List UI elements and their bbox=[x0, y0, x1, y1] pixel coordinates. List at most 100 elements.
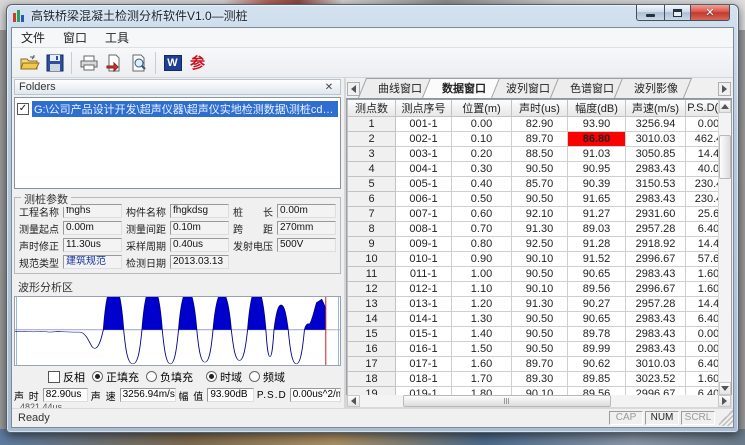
readout-value-2[interactable]: 93.90dB bbox=[207, 388, 254, 402]
data-cell[interactable]: 2983.43 bbox=[626, 327, 686, 342]
params-button[interactable]: 参 bbox=[185, 50, 210, 75]
print-setup-button[interactable] bbox=[101, 50, 126, 75]
table-row[interactable]: 11011-11.0090.5090.652983.431.60 bbox=[348, 267, 719, 282]
data-cell[interactable]: 011-1 bbox=[396, 267, 452, 282]
data-cell[interactable]: 89.30 bbox=[512, 372, 568, 387]
data-cell[interactable]: 90.10 bbox=[512, 252, 568, 267]
data-cell[interactable]: 3150.53 bbox=[626, 177, 686, 192]
maximize-button[interactable] bbox=[664, 5, 690, 21]
data-cell[interactable]: 2996.67 bbox=[626, 252, 686, 267]
data-cell[interactable]: 3256.94 bbox=[626, 117, 686, 132]
horizontal-scroll-track[interactable] bbox=[360, 395, 718, 407]
param-value-7[interactable]: 0.40us bbox=[170, 238, 229, 252]
data-cell[interactable]: 002-1 bbox=[396, 132, 452, 147]
tab-1[interactable]: 数据窗口 bbox=[426, 78, 496, 98]
data-cell[interactable]: 92.10 bbox=[512, 207, 568, 222]
data-cell[interactable]: 230.4 bbox=[686, 177, 719, 192]
data-cell[interactable]: 005-1 bbox=[396, 177, 452, 192]
table-row[interactable]: 6006-10.5090.5091.652983.43230.4 bbox=[348, 192, 719, 207]
param-value-9[interactable]: 建筑规范 bbox=[63, 255, 122, 269]
row-number-cell[interactable]: 18 bbox=[348, 372, 396, 387]
fill-radio-0[interactable]: 正填充 bbox=[92, 369, 139, 385]
data-cell[interactable]: 013-1 bbox=[396, 297, 452, 312]
resize-grip[interactable] bbox=[719, 410, 733, 426]
row-number-cell[interactable]: 14 bbox=[348, 312, 396, 327]
data-cell[interactable]: 90.50 bbox=[512, 312, 568, 327]
data-cell[interactable]: 018-1 bbox=[396, 372, 452, 387]
close-button[interactable]: ✕ bbox=[690, 5, 730, 21]
tab-0[interactable]: 曲线窗口 bbox=[362, 78, 432, 98]
column-header-3[interactable]: 声时(us) bbox=[512, 100, 568, 117]
row-number-cell[interactable]: 6 bbox=[348, 192, 396, 207]
data-cell[interactable]: 91.30 bbox=[512, 297, 568, 312]
data-cell[interactable]: 91.52 bbox=[568, 252, 626, 267]
data-cell[interactable]: 1.40 bbox=[452, 327, 512, 342]
data-cell[interactable]: 89.56 bbox=[568, 282, 626, 297]
data-cell[interactable]: 230.4 bbox=[686, 192, 719, 207]
data-cell[interactable]: 90.50 bbox=[512, 327, 568, 342]
data-cell[interactable]: 90.65 bbox=[568, 267, 626, 282]
table-row[interactable]: 8008-10.7091.3089.032957.286.40 bbox=[348, 222, 719, 237]
data-cell[interactable]: 90.39 bbox=[568, 177, 626, 192]
folders-close-icon[interactable]: ✕ bbox=[322, 81, 336, 94]
data-cell[interactable]: 2957.28 bbox=[626, 222, 686, 237]
table-row[interactable]: 9009-10.8092.5091.282918.9214.4 bbox=[348, 237, 719, 252]
save-button[interactable] bbox=[42, 50, 67, 75]
table-row[interactable]: 4004-10.3090.5090.952983.4340.0 bbox=[348, 162, 719, 177]
readout-value-0[interactable]: 82.90us bbox=[43, 388, 88, 402]
row-number-cell[interactable]: 15 bbox=[348, 327, 396, 342]
data-cell[interactable]: 3050.85 bbox=[626, 147, 686, 162]
param-value-8[interactable]: 500V bbox=[277, 238, 336, 252]
data-cell[interactable]: 3023.52 bbox=[626, 372, 686, 387]
data-cell[interactable]: 3010.03 bbox=[626, 357, 686, 372]
table-row[interactable]: 1001-10.0082.9093.903256.940.00 bbox=[348, 117, 719, 132]
column-header-2[interactable]: 位置(m) bbox=[452, 100, 512, 117]
tab-2[interactable]: 波列窗口 bbox=[490, 78, 560, 98]
data-cell[interactable]: 90.10 bbox=[512, 282, 568, 297]
menu-item-1[interactable]: 窗口 bbox=[54, 27, 96, 48]
data-cell[interactable]: 91.30 bbox=[512, 222, 568, 237]
data-cell[interactable]: 010-1 bbox=[396, 252, 452, 267]
data-cell[interactable]: 85.70 bbox=[512, 177, 568, 192]
data-cell[interactable]: 90.27 bbox=[568, 297, 626, 312]
data-cell[interactable]: 0.00 bbox=[686, 327, 719, 342]
data-cell[interactable]: 2996.67 bbox=[626, 387, 686, 396]
data-grid[interactable]: 测点数测点序号位置(m)声时(us)幅度(dB)声速(m/s)P.S.D(us … bbox=[347, 100, 718, 395]
data-cell[interactable]: 0.30 bbox=[452, 162, 512, 177]
table-row[interactable]: 2002-10.1089.7086.803010.03462.4 bbox=[348, 132, 719, 147]
horizontal-scroll-thumb[interactable] bbox=[403, 395, 611, 407]
data-cell[interactable]: 462.4 bbox=[686, 132, 719, 147]
data-cell[interactable]: 0.50 bbox=[452, 192, 512, 207]
param-value-5[interactable]: 270mm bbox=[277, 221, 336, 235]
data-cell[interactable]: 008-1 bbox=[396, 222, 452, 237]
data-cell[interactable]: 009-1 bbox=[396, 237, 452, 252]
data-cell[interactable]: 2983.43 bbox=[626, 192, 686, 207]
data-cell[interactable]: 2983.43 bbox=[626, 312, 686, 327]
readout-value-1[interactable]: 3256.94m/s bbox=[120, 388, 176, 402]
param-value-0[interactable]: fhghs bbox=[63, 204, 122, 218]
row-number-cell[interactable]: 16 bbox=[348, 342, 396, 357]
data-cell[interactable]: 019-1 bbox=[396, 387, 452, 396]
print-preview-button[interactable] bbox=[126, 50, 151, 75]
folder-tree[interactable]: ✓ G:\公司产品设计开发\超声仪器\超声仪实地检测数据\测桩cd\cd03\c… bbox=[14, 97, 341, 188]
table-row[interactable]: 10010-10.9090.1091.522996.6757.6 bbox=[348, 252, 719, 267]
data-cell[interactable]: 82.90 bbox=[512, 117, 568, 132]
data-cell[interactable]: 0.10 bbox=[452, 132, 512, 147]
data-cell[interactable]: 0.70 bbox=[452, 222, 512, 237]
data-cell[interactable]: 2957.28 bbox=[626, 297, 686, 312]
data-cell[interactable]: 017-1 bbox=[396, 357, 452, 372]
data-cell[interactable]: 90.50 bbox=[512, 267, 568, 282]
data-cell[interactable]: 016-1 bbox=[396, 342, 452, 357]
data-cell[interactable]: 89.85 bbox=[568, 372, 626, 387]
data-cell[interactable]: 001-1 bbox=[396, 117, 452, 132]
data-cell[interactable]: 90.62 bbox=[568, 357, 626, 372]
tab-4[interactable]: 波列影像 bbox=[618, 78, 688, 98]
table-row[interactable]: 17017-11.6089.7090.623010.036.40 bbox=[348, 357, 719, 372]
data-cell[interactable]: 2996.67 bbox=[626, 282, 686, 297]
data-cell[interactable]: 90.10 bbox=[512, 387, 568, 396]
param-value-3[interactable]: 0.00m bbox=[63, 221, 122, 235]
scroll-left-button[interactable] bbox=[347, 395, 360, 407]
data-cell[interactable]: 90.50 bbox=[512, 162, 568, 177]
param-value-1[interactable]: fhgkdsg bbox=[170, 204, 229, 218]
domain-radio-1[interactable]: 频域 bbox=[249, 369, 285, 385]
